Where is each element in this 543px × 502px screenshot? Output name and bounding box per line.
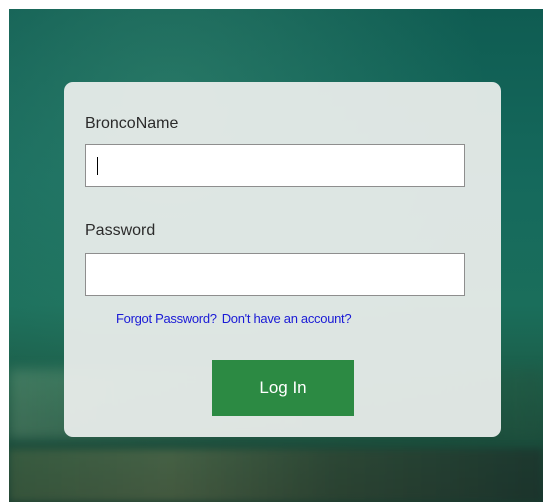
forgot-password-link[interactable]: Forgot Password?	[116, 311, 217, 326]
password-label: Password	[85, 222, 156, 239]
create-account-link[interactable]: Don't have an account?	[222, 311, 352, 326]
password-input[interactable]	[85, 253, 465, 296]
account-links: Forgot Password? Don't have an account?	[116, 311, 352, 326]
text-cursor	[97, 157, 98, 175]
login-button[interactable]: Log In	[212, 360, 354, 416]
page: BroncoName Password Forgot Password? Don'…	[0, 0, 543, 502]
username-label: BroncoName	[85, 115, 179, 132]
username-input[interactable]	[85, 144, 465, 187]
login-card: BroncoName Password Forgot Password? Don'…	[64, 82, 501, 437]
